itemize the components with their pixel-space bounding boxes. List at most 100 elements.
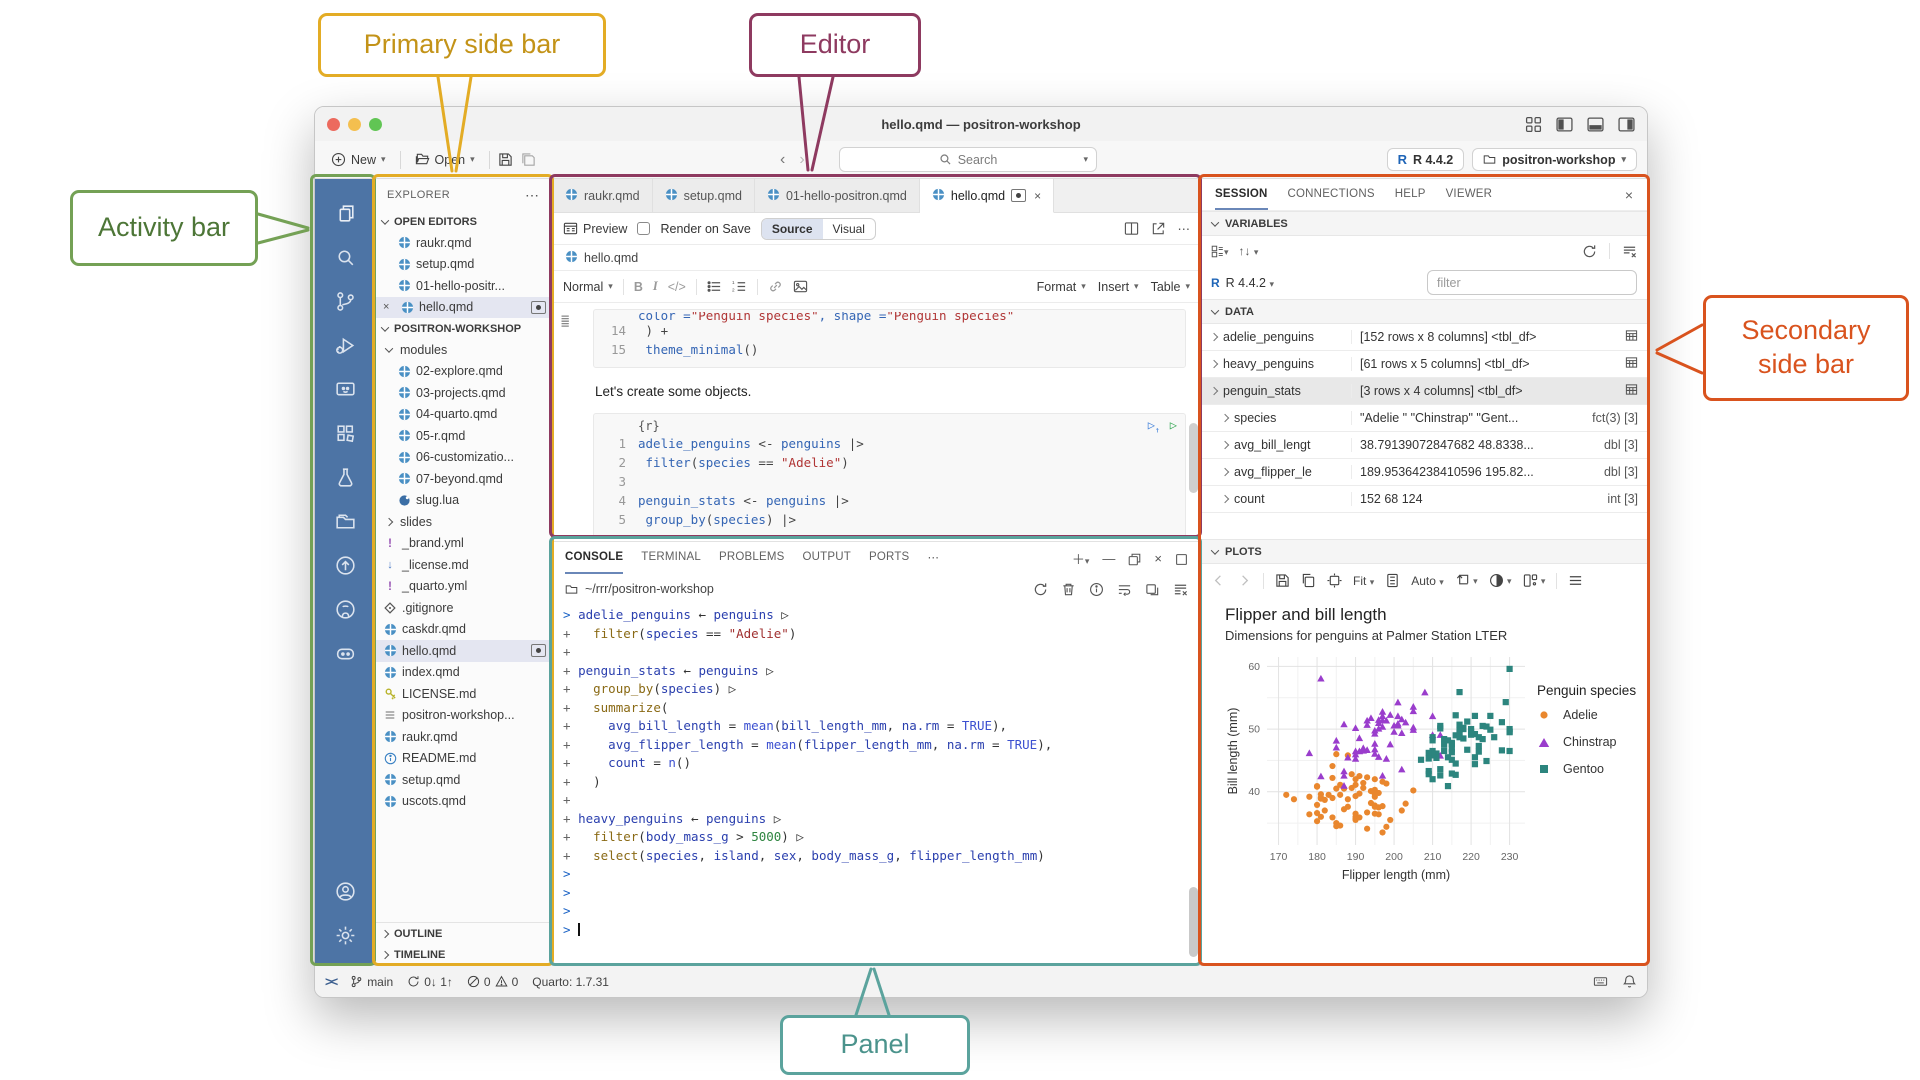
outline-section[interactable]: OUTLINE (375, 923, 552, 944)
publish-icon[interactable] (324, 543, 366, 587)
tree-file[interactable]: .gitignore (375, 597, 552, 619)
timeline-section[interactable]: TIMELINE (375, 944, 552, 965)
folders-icon[interactable] (324, 499, 366, 543)
save-icon[interactable] (498, 151, 513, 169)
breadcrumb[interactable]: hello.qmd (553, 245, 1200, 271)
settings-icon[interactable] (324, 913, 366, 957)
expand-icon[interactable] (1221, 468, 1229, 476)
info-icon[interactable] (1089, 581, 1104, 596)
open-data-viewer-icon[interactable] (1625, 329, 1638, 345)
table-menu[interactable]: Table▾ (1151, 280, 1190, 294)
open-button[interactable]: Open▾ (409, 149, 481, 170)
tree-file[interactable]: index.qmd (375, 662, 552, 684)
plot-list-icon[interactable] (1568, 573, 1583, 588)
tree-file[interactable]: 05-r.qmd (375, 425, 552, 447)
visual-mode-button[interactable]: Visual (823, 219, 875, 239)
tree-file[interactable]: caskdr.qmd (375, 619, 552, 641)
tree-folder[interactable]: slides (375, 511, 552, 533)
code-cell-1[interactable]: color = "Penguin species", shape = "Peng… (593, 309, 1186, 368)
run-cell-icon[interactable]: ▷ (1170, 418, 1177, 434)
restore-panel-icon[interactable] (1128, 550, 1141, 565)
code-line[interactable]: 14 ) + (602, 323, 1177, 342)
tree-file[interactable]: ↓_license.md (375, 554, 552, 576)
open-external-icon[interactable] (1151, 221, 1166, 236)
search-dropdown-icon[interactable]: ▾ (1083, 154, 1088, 165)
interpreter-selector[interactable]: R R 4.4.2 (1387, 148, 1465, 171)
workspace-selector[interactable]: positron-workshop▾ (1472, 148, 1637, 171)
quarto-version[interactable]: Quarto: 1.7.31 (532, 975, 609, 989)
bold-icon[interactable]: B (634, 280, 643, 294)
editor-tab[interactable]: setup.qmd (653, 179, 755, 212)
source-visual-toggle[interactable]: Source Visual (761, 218, 876, 240)
remote-icon[interactable] (324, 367, 366, 411)
word-wrap-icon[interactable] (1117, 581, 1132, 596)
tree-file[interactable]: !_brand.yml (375, 533, 552, 555)
insert-menu[interactable]: Insert▾ (1098, 280, 1139, 294)
plot-layout-icon[interactable]: ▾ (1523, 573, 1546, 588)
run-above-icon[interactable]: ▷↑ (1148, 418, 1160, 434)
testing-icon[interactable] (324, 455, 366, 499)
copy-plot-icon[interactable] (1301, 573, 1316, 588)
open-data-viewer-icon[interactable] (1625, 383, 1638, 399)
format-menu[interactable]: Format▾ (1037, 280, 1086, 294)
move-console-icon[interactable] (1145, 581, 1160, 596)
tree-file[interactable]: 04-quarto.qmd (375, 404, 552, 426)
data-section-header[interactable]: DATA (1201, 299, 1647, 324)
close-tab-icon[interactable]: × (1034, 189, 1041, 203)
panel-tab-output[interactable]: OUTPUT (803, 542, 851, 574)
panel-tab-ports[interactable]: PORTS (869, 542, 909, 574)
tree-file[interactable]: 02-explore.qmd (375, 361, 552, 383)
panel-tab-terminal[interactable]: TERMINAL (641, 542, 701, 574)
expand-icon[interactable] (1210, 387, 1218, 395)
save-plot-icon[interactable] (1275, 573, 1290, 588)
tree-file[interactable]: 07-beyond.qmd (375, 468, 552, 490)
expand-icon[interactable] (1210, 333, 1218, 341)
open-editor-item[interactable]: raukr.qmd (375, 232, 552, 254)
trash-icon[interactable] (1061, 581, 1076, 596)
close-secondary-sidebar-icon[interactable]: × (1625, 187, 1633, 203)
variable-row[interactable]: heavy_penguins[61 rows x 5 columns] <tbl… (1201, 351, 1647, 378)
code-line[interactable]: 5 group_by(species) |> (602, 512, 1177, 531)
toggle-primary-sidebar-icon[interactable] (1556, 116, 1573, 133)
global-search-box[interactable]: Search ▾ (839, 147, 1097, 172)
navigate-back-icon[interactable]: ‹ (780, 151, 785, 169)
runtime-selector[interactable]: R 4.4.2 ▾ (1226, 276, 1274, 290)
account-icon[interactable] (324, 869, 366, 913)
cell-drag-handle-icon[interactable]: ≡≡ (561, 317, 569, 327)
sync-indicator[interactable]: 0↓ 1↑ (407, 975, 453, 989)
editor-content[interactable]: ≡≡ color = "Penguin species", shape = "P… (553, 303, 1200, 541)
code-line[interactable]: 3 (602, 474, 1177, 493)
close-editor-icon[interactable]: × (383, 301, 395, 313)
close-panel-icon[interactable]: × (1154, 551, 1162, 566)
panel-tab-problems[interactable]: PROBLEMS (719, 542, 785, 574)
extensions-icon[interactable] (324, 411, 366, 455)
code-line[interactable]: 1adelie_penguins <- penguins |> (602, 436, 1177, 455)
session-tab-viewer[interactable]: VIEWER (1446, 179, 1493, 210)
group-variables-icon[interactable]: ▾ (1211, 244, 1229, 258)
source-control-icon[interactable] (324, 279, 366, 323)
clear-console-icon[interactable] (1173, 581, 1188, 596)
clear-variables-icon[interactable] (1622, 243, 1637, 258)
console-scrollbar[interactable] (1189, 887, 1198, 957)
variable-row[interactable]: species"Adelie " "Chinstrap" "Gent...fct… (1201, 405, 1647, 432)
github-icon[interactable] (324, 587, 366, 631)
render-on-save-checkbox[interactable] (637, 222, 650, 235)
editor-tab[interactable]: 01-hello-positron.qmd (755, 179, 920, 212)
variable-row[interactable]: penguin_stats[3 rows x 4 columns] <tbl_d… (1201, 378, 1647, 405)
panel-tab-console[interactable]: CONSOLE (565, 542, 623, 574)
plot-height-icon[interactable] (1385, 573, 1400, 588)
scatter-plot[interactable]: 170180190200210220230405060Flipper lengt… (1225, 649, 1531, 893)
variable-row[interactable]: adelie_penguins[152 rows x 8 columns] <t… (1201, 324, 1647, 351)
editor-more-icon[interactable]: ⋯ (1178, 221, 1191, 236)
source-mode-button[interactable]: Source (762, 219, 823, 239)
navigate-forward-icon[interactable]: › (799, 151, 804, 169)
paragraph-style-dropdown[interactable]: Normal▾ (563, 280, 613, 294)
split-editor-icon[interactable] (1124, 221, 1139, 236)
plots-section-header[interactable]: PLOTS (1201, 539, 1647, 564)
sort-variables-icon[interactable]: ↑↓ ▾ (1239, 244, 1259, 258)
tree-file[interactable]: !_quarto.yml (375, 576, 552, 598)
link-icon[interactable] (768, 279, 783, 294)
new-console-icon[interactable]: ＋▾ (1072, 549, 1090, 568)
plot-sizing-icon[interactable] (1327, 573, 1342, 588)
expand-icon[interactable] (1221, 495, 1229, 503)
